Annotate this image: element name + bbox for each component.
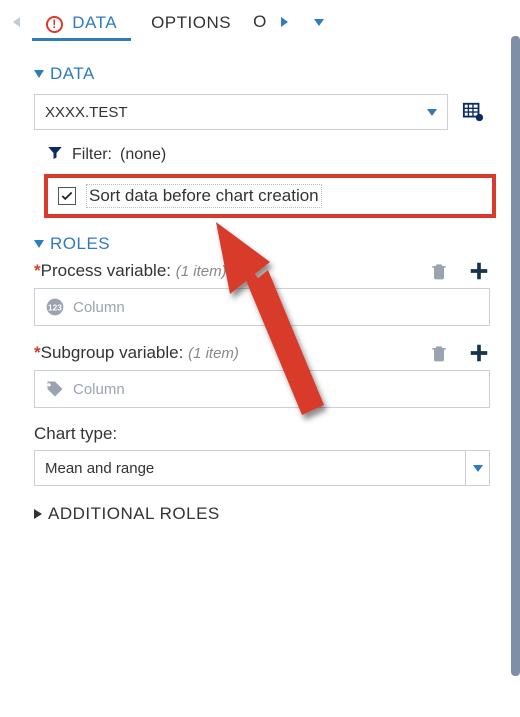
alert-icon: ! <box>46 13 63 32</box>
chevron-left-icon <box>13 17 20 27</box>
tab-scroll-right[interactable] <box>274 12 294 32</box>
tab-label: DATA <box>72 13 117 32</box>
subgroup-var-delete-button[interactable] <box>428 342 450 364</box>
check-icon <box>60 189 74 203</box>
caret-down-icon <box>473 465 483 472</box>
process-var-slot[interactable]: 123 Column <box>34 288 490 326</box>
tab-options[interactable]: OPTIONS <box>137 5 245 39</box>
section-additional-roles-toggle[interactable]: ADDITIONAL ROLES <box>34 504 490 524</box>
tab-menu-dropdown[interactable] <box>306 9 332 35</box>
data-source-value: XXXX.TEST <box>45 104 128 121</box>
subgroup-var-label: *Subgroup variable: (1 item) <box>34 343 239 363</box>
numeric-icon: 123 <box>45 297 65 317</box>
caret-down-icon <box>34 240 44 248</box>
data-source-select[interactable]: XXXX.TEST <box>34 94 448 130</box>
filter-label: Filter: <box>72 146 112 164</box>
tab-overflow-letter: O <box>253 12 266 31</box>
process-var-add-button[interactable] <box>468 260 490 282</box>
tab-scroll-left[interactable] <box>6 12 26 32</box>
section-data-title: DATA <box>50 64 95 84</box>
process-var-placeholder: Column <box>73 299 125 316</box>
tab-data[interactable]: ! DATA <box>32 5 131 40</box>
table-icon <box>462 101 484 123</box>
tab-overflow-cut[interactable]: O <box>251 4 268 40</box>
chart-type-select[interactable]: Mean and range <box>34 450 490 486</box>
sort-before-checkbox[interactable] <box>58 187 76 205</box>
section-roles-title: ROLES <box>50 234 110 254</box>
chart-type-label: Chart type: <box>34 424 490 444</box>
tag-icon <box>45 379 65 399</box>
vertical-scrollbar[interactable] <box>511 36 520 676</box>
chevron-right-icon <box>281 17 288 27</box>
funnel-icon <box>46 144 64 166</box>
trash-icon <box>429 261 449 281</box>
subgroup-var-placeholder: Column <box>73 381 125 398</box>
section-data-toggle[interactable]: DATA <box>34 64 490 84</box>
svg-text:123: 123 <box>48 302 62 312</box>
plus-icon <box>468 260 490 282</box>
process-var-label: *Process variable: (1 item) <box>34 261 227 281</box>
caret-right-icon <box>34 509 42 519</box>
filter-value[interactable]: (none) <box>120 146 166 164</box>
caret-down-icon <box>314 19 324 26</box>
section-roles-toggle[interactable]: ROLES <box>34 234 490 254</box>
browse-table-button[interactable] <box>456 94 490 130</box>
process-var-delete-button[interactable] <box>428 260 450 282</box>
trash-icon <box>429 343 449 363</box>
caret-down-icon <box>34 70 44 78</box>
chart-type-value: Mean and range <box>45 460 154 477</box>
plus-icon <box>468 342 490 364</box>
sort-before-label: Sort data before chart creation <box>86 184 322 208</box>
sort-option-highlight: Sort data before chart creation <box>44 174 496 218</box>
subgroup-var-add-button[interactable] <box>468 342 490 364</box>
section-additional-roles-title: ADDITIONAL ROLES <box>48 504 220 524</box>
caret-down-icon <box>427 109 437 116</box>
subgroup-var-slot[interactable]: Column <box>34 370 490 408</box>
tab-label: OPTIONS <box>151 13 231 32</box>
